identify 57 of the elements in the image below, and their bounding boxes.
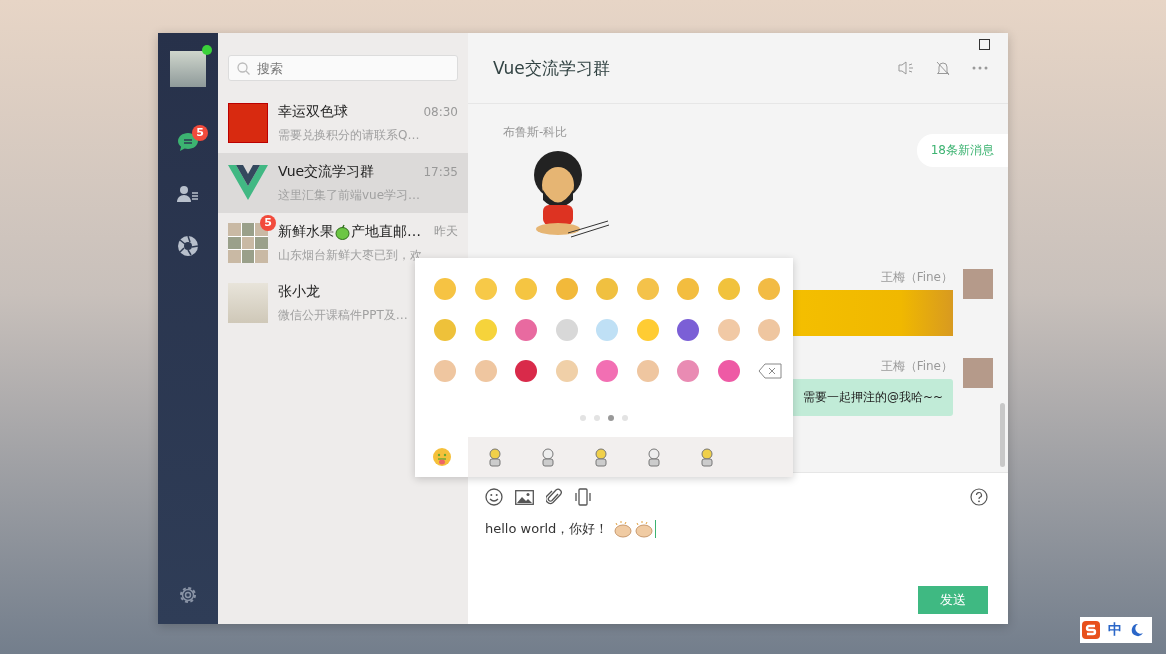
sender-name: 布鲁斯-科比: [503, 124, 569, 141]
search-icon: [237, 62, 250, 75]
input-text[interactable]: hello world，你好！: [485, 520, 609, 538]
page-dot[interactable]: [622, 415, 628, 421]
conversation-time: 08:30: [423, 104, 458, 119]
conversation-name: 新鲜水果: [278, 222, 334, 241]
unread-badge: 5: [192, 125, 208, 141]
conversation-time: 昨天: [434, 223, 458, 240]
contacts-icon: [177, 185, 199, 203]
clap-emoji-icon: [613, 520, 634, 538]
more-icon[interactable]: [972, 66, 988, 70]
message-preview: 微信公开课稿件PPT及…: [278, 306, 409, 324]
chat-title: Vue交流学习群: [493, 56, 611, 80]
emoji-icon[interactable]: [485, 488, 503, 506]
emoji-icon[interactable]: [677, 319, 699, 341]
page-dot[interactable]: [580, 415, 586, 421]
apple-icon: [335, 223, 350, 240]
search-field[interactable]: 搜索: [228, 55, 458, 81]
aperture-icon: [177, 235, 199, 257]
unread-badge: 5: [260, 215, 276, 231]
page-dot[interactable]: [608, 415, 614, 421]
sender-name: 王梅（Fine）: [880, 358, 953, 375]
clap-emoji-icon: [634, 520, 655, 538]
bell-off-icon[interactable]: [936, 60, 950, 76]
help-icon[interactable]: [970, 488, 988, 506]
page-dot[interactable]: [594, 415, 600, 421]
speaker-icon[interactable]: [898, 61, 914, 75]
photo-placeholder: [228, 283, 268, 323]
emoji-tab[interactable]: [415, 437, 468, 477]
poster-avatar: [228, 103, 268, 143]
phone-vibrate-icon[interactable]: [574, 488, 592, 506]
text-cursor: [655, 520, 657, 538]
conversation-item[interactable]: 张小龙 微信公开课稿件PPT及…: [218, 273, 468, 333]
tongue-emoji-icon: [431, 447, 452, 467]
message-bubble: 需要一起押注的@我哈~~: [790, 379, 953, 416]
message-preview: 需要兑换积分的请联系Q…: [278, 126, 421, 144]
ime-logo-icon[interactable]: [1082, 621, 1100, 639]
image-icon[interactable]: [515, 489, 534, 505]
scrollbar[interactable]: [1000, 403, 1005, 467]
user-avatar[interactable]: [170, 51, 206, 87]
sender-name: 王梅（Fine）: [880, 269, 953, 286]
paperclip-icon[interactable]: [546, 488, 562, 506]
conversation-time: 17:35: [423, 164, 458, 179]
maximize-icon[interactable]: [979, 39, 990, 50]
emoji-icon[interactable]: [717, 360, 740, 382]
conversation-name: Vue交流学习群: [278, 162, 375, 181]
chat-tab[interactable]: 5: [158, 117, 218, 167]
conversation-item[interactable]: 幸运双色球 08:30 需要兑换积分的请联系Q…: [218, 93, 468, 153]
conversation-name: 产地直邮…: [351, 222, 421, 241]
settings-icon[interactable]: [177, 584, 199, 606]
chat-bubble-icon: [177, 132, 199, 152]
conversation-name: 张小龙: [278, 282, 320, 301]
moon-icon[interactable]: [1130, 623, 1144, 637]
backspace-icon[interactable]: [758, 363, 782, 379]
emoji-icon[interactable]: [515, 360, 537, 382]
conversation-name: 幸运双色球: [278, 102, 348, 121]
input-mode-label[interactable]: 中: [1108, 621, 1122, 639]
